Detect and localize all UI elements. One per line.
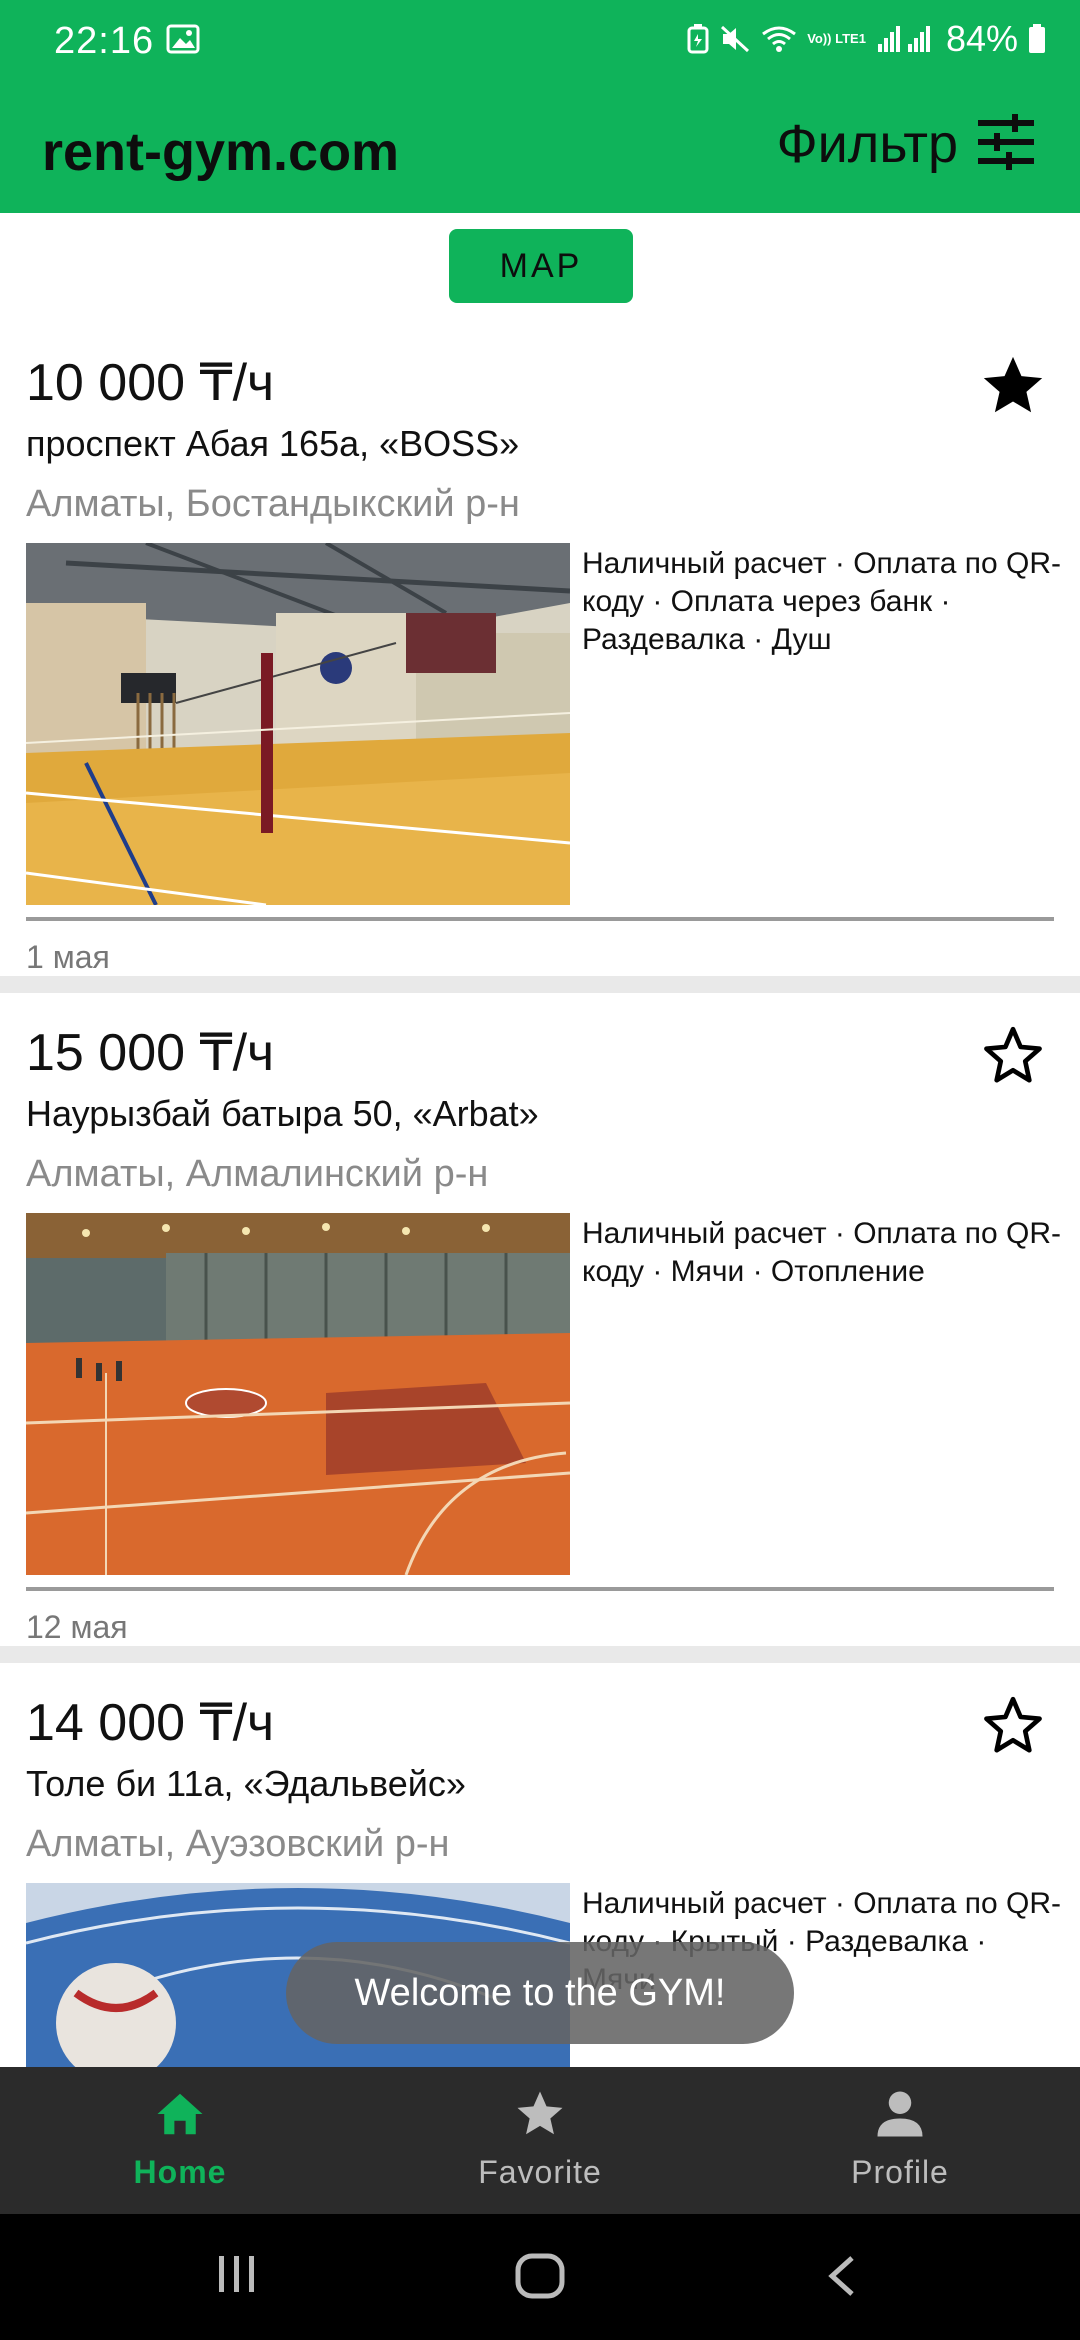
home-icon: [153, 2089, 207, 2144]
signal-icon: [876, 24, 936, 54]
listing-price: 10 000 ₸/ч: [26, 354, 275, 412]
listing-photo[interactable]: [26, 543, 570, 905]
star-icon: [513, 2089, 567, 2144]
system-navigation-bar: [0, 2214, 1080, 2340]
listing-price: 15 000 ₸/ч: [26, 1024, 275, 1082]
nav-item-home[interactable]: Home: [0, 2067, 360, 2214]
favorite-star-filled-icon[interactable]: [978, 351, 1048, 421]
card-divider: [26, 917, 1054, 921]
card-divider: [26, 1587, 1054, 1591]
listing-address: Толе би 11а, «Эдальвейс»: [26, 1763, 466, 1804]
map-button-bar: MAP: [0, 213, 1080, 323]
listing-district: Алматы, Алмалинский р-н: [26, 1153, 489, 1195]
nav-label-home: Home: [133, 2154, 227, 2190]
nav-label-favorite: Favorite: [478, 2154, 602, 2190]
nav-item-favorite[interactable]: Favorite: [360, 2067, 720, 2214]
battery-saver-icon: [687, 24, 709, 54]
battery-icon: [1028, 24, 1046, 54]
recent-apps-icon[interactable]: [215, 2252, 259, 2301]
listing-date: 12 мая: [26, 1609, 128, 1645]
listing-address: Наурызбай батыра 50, «Arbat»: [26, 1093, 539, 1134]
welcome-toast: Welcome to the GYM!: [286, 1942, 794, 2044]
map-button[interactable]: MAP: [449, 229, 633, 303]
filter-label: Фильтр: [776, 114, 958, 174]
back-icon[interactable]: [822, 2252, 862, 2305]
home-button-icon[interactable]: [514, 2252, 566, 2305]
status-indicators: Vo)) LTE1 84%: [687, 18, 1046, 60]
listing-amenities: Наличный расчет · Оплата по QR-коду · Оп…: [582, 547, 1062, 656]
listing-amenities: Наличный расчет · Оплата по QR-коду · Мя…: [582, 1217, 1062, 1288]
nav-item-profile[interactable]: Profile: [720, 2067, 1080, 2214]
bottom-navigation: Home Favorite Profile: [0, 2067, 1080, 2214]
gallery-icon: [166, 24, 200, 54]
mute-icon: [719, 24, 751, 54]
app-bar: rent-gym.com Фильтр: [0, 85, 1080, 213]
listing-card[interactable]: 15 000 ₸/ч Наурызбай батыра 50, «Arbat» …: [0, 993, 1080, 1663]
battery-percent: 84%: [945, 18, 1018, 59]
status-time: 22:16: [54, 20, 155, 62]
status-bar: 22:16 Vo)) LTE1 84%: [0, 0, 1080, 85]
nav-label-profile: Profile: [851, 2154, 949, 2190]
listing-card[interactable]: 10 000 ₸/ч проспект Абая 165а, «BOSS» Ал…: [0, 323, 1080, 993]
person-icon: [873, 2089, 927, 2144]
wifi-icon: [761, 24, 797, 54]
listing-date: 1 мая: [26, 939, 110, 975]
listing-district: Алматы, Ауэзовский р-н: [26, 1823, 450, 1865]
filter-button[interactable]: Фильтр: [777, 113, 1036, 175]
favorite-star-outline-icon[interactable]: [978, 1021, 1048, 1091]
lte-indicator: Vo)) LTE1: [807, 31, 866, 46]
listing-address: проспект Абая 165а, «BOSS»: [26, 423, 520, 464]
listing-district: Алматы, Бостандыкский р-н: [26, 483, 520, 525]
favorite-star-outline-icon[interactable]: [978, 1691, 1048, 1761]
listing-photo[interactable]: [26, 1213, 570, 1575]
listing-price: 14 000 ₸/ч: [26, 1694, 275, 1752]
filter-sliders-icon: [976, 113, 1036, 175]
app-title: rent-gym.com: [42, 122, 400, 182]
